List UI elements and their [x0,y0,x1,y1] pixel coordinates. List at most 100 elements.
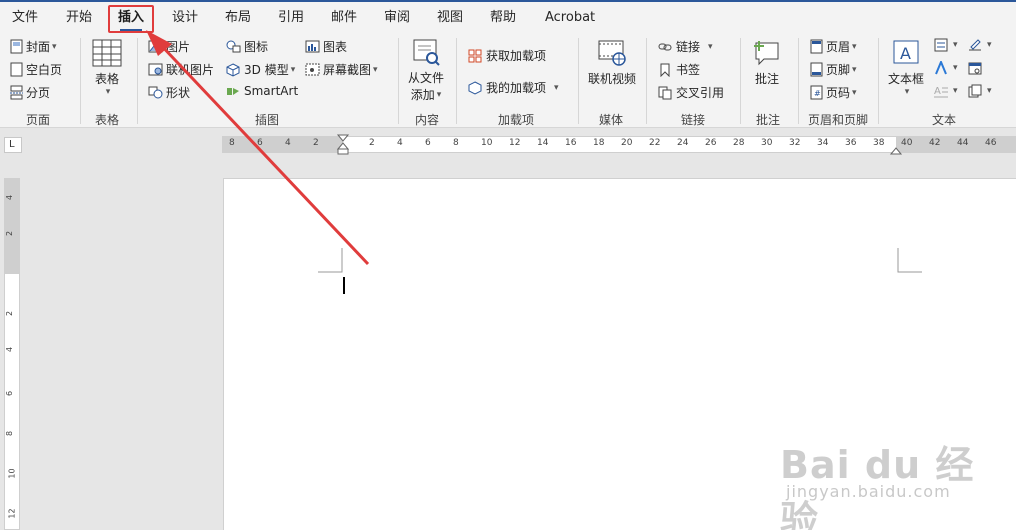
add-from-file-button[interactable]: 从文件 添加 ▾ [408,39,444,103]
signature-line-button[interactable]: ▾ [968,38,992,52]
bookmark-button[interactable]: 书签 [658,61,700,78]
my-addins-button[interactable]: 我的加载项 ▾ [468,79,559,96]
chevron-down-icon: ▾ [708,41,713,52]
ruler-tick-label: 8 [453,138,459,148]
chevron-down-icon: ▾ [953,63,958,73]
ruler-tick-label: 42 [929,138,941,148]
icons-button[interactable]: 图标 [226,38,268,55]
ruler-tick-label: 8 [229,138,235,148]
cube-icon [226,62,241,77]
shapes-button[interactable]: 形状 [148,84,190,101]
tab-layout[interactable]: 布局 [225,7,251,29]
tab-mailings[interactable]: 邮件 [331,7,357,29]
bookmark-label: 书签 [676,63,701,77]
ruler-tick-label: 16 [565,138,577,148]
tab-view[interactable]: 视图 [437,7,463,29]
wordart-button[interactable]: ▾ [934,61,958,75]
ruler-tick-label: 20 [621,138,633,148]
group-divider [878,38,879,124]
page-number-button[interactable]: # 页码 ▾ [810,84,857,101]
ruler-tick-label: 4 [5,194,15,201]
ruler-tick-label: 34 [817,138,829,148]
illustrations-group-label: 插图 [255,113,280,127]
ruler-tick-label: 36 [845,138,857,148]
object-button[interactable]: ▾ [968,84,992,98]
chevron-down-icon: ▾ [373,64,378,75]
link-button[interactable]: 链接 ▾ [658,38,713,55]
calendar-icon [968,61,982,75]
tab-file[interactable]: 文件 [12,7,38,29]
tab-references[interactable]: 引用 [278,7,304,29]
ruler-tick-label: 26 [705,138,717,148]
screenshot-button[interactable]: 屏幕截图 ▾ [305,61,378,78]
quick-parts-button[interactable]: ▾ [934,38,958,52]
online-video-icon [597,39,627,67]
tab-design[interactable]: 设计 [172,7,198,29]
footer-button[interactable]: 页脚 ▾ [810,61,857,78]
tab-stop-icon: L [9,139,15,150]
smartart-button[interactable]: SmartArt [226,84,298,98]
ruler-tick-label: 10 [7,468,17,479]
pictures-button[interactable]: 图片 [148,38,190,55]
ruler-tick-label: 2 [313,138,319,148]
tab-home[interactable]: 开始 [66,7,92,29]
smartart-label: SmartArt [244,84,299,98]
horizontal-ruler-row: L 8 6 4 2 2 4 6 8 10 12 14 16 18 20 22 24 26 28 30 32 34 36 38… [0,128,1016,160]
page-break-icon [10,85,23,100]
online-picture-icon [148,63,163,76]
my-addins-label: 我的加载项 [486,81,547,95]
tab-review[interactable]: 审阅 [384,7,410,29]
ruler-tick-label: 4 [5,346,15,353]
cover-page-icon [10,39,23,54]
ruler-tick-label: 2 [5,310,15,317]
header-icon [810,39,823,54]
date-time-button[interactable] [968,61,985,75]
page-number-label: 页码 [826,86,851,100]
drop-cap-button[interactable]: A ▾ [934,84,958,98]
group-divider [578,38,579,124]
cover-page-button[interactable]: 封面 ▾ [10,38,57,55]
ruler-tick-label: 40 [901,138,913,148]
tab-help[interactable]: 帮助 [490,7,516,29]
new-comment-button[interactable]: 批注 [752,39,782,87]
3d-models-label: 3D 模型 [244,63,289,77]
signature-icon [968,38,982,52]
tab-acrobat[interactable]: Acrobat [545,7,595,29]
header-label: 页眉 [826,40,851,54]
ruler-tick-label: 22 [649,138,661,148]
object-icon [968,84,982,98]
text-group-label: 文本 [932,113,957,127]
ruler-tick-label: 30 [761,138,773,148]
horizontal-ruler[interactable]: 8 6 4 2 2 4 6 8 10 12 14 16 18 20 22 24 26 28 30 32 34 36 38 40… [222,134,1016,155]
indent-marker-icon[interactable] [337,134,349,160]
header-button[interactable]: 页眉 ▾ [810,38,857,55]
blank-page-button[interactable]: 空白页 [10,61,62,78]
addins-group-label: 加载项 [498,113,535,127]
cover-page-label: 封面 [26,40,51,54]
ruler-tick-label: 6 [425,138,431,148]
comments-group-label: 批注 [756,113,781,127]
chart-button[interactable]: 图表 [305,38,347,55]
vertical-ruler[interactable]: 4 2 2 4 6 8 10 12 [4,178,20,530]
tables-group-label: 表格 [95,113,120,127]
comment-label: 批注 [754,72,779,86]
shapes-icon [148,86,163,99]
page-break-button[interactable]: 分页 [10,84,50,101]
picture-icon [148,40,163,53]
3d-models-button[interactable]: 3D 模型 ▾ [226,61,295,78]
ruler-tick-label: 18 [593,138,605,148]
chevron-down-icon: ▾ [953,86,958,96]
cross-reference-button[interactable]: 交叉引用 [658,84,724,101]
left-margin-area [223,137,343,152]
pages-group-label: 页面 [26,113,51,127]
get-addins-button[interactable]: 获取加载项 [468,47,546,64]
tab-selector[interactable]: L [4,137,22,153]
ruler-tick-label: 32 [789,138,801,148]
online-video-button[interactable]: 联机视频 [588,39,636,87]
crop-mark-top-right [897,248,922,273]
chart-icon [305,40,320,53]
online-pictures-button[interactable]: 联机图片 [148,61,214,78]
table-button[interactable]: 表格 ▾ [92,39,122,97]
bookmark-icon [658,63,673,77]
textbox-button[interactable]: A 文本框 ▾ [888,39,924,97]
